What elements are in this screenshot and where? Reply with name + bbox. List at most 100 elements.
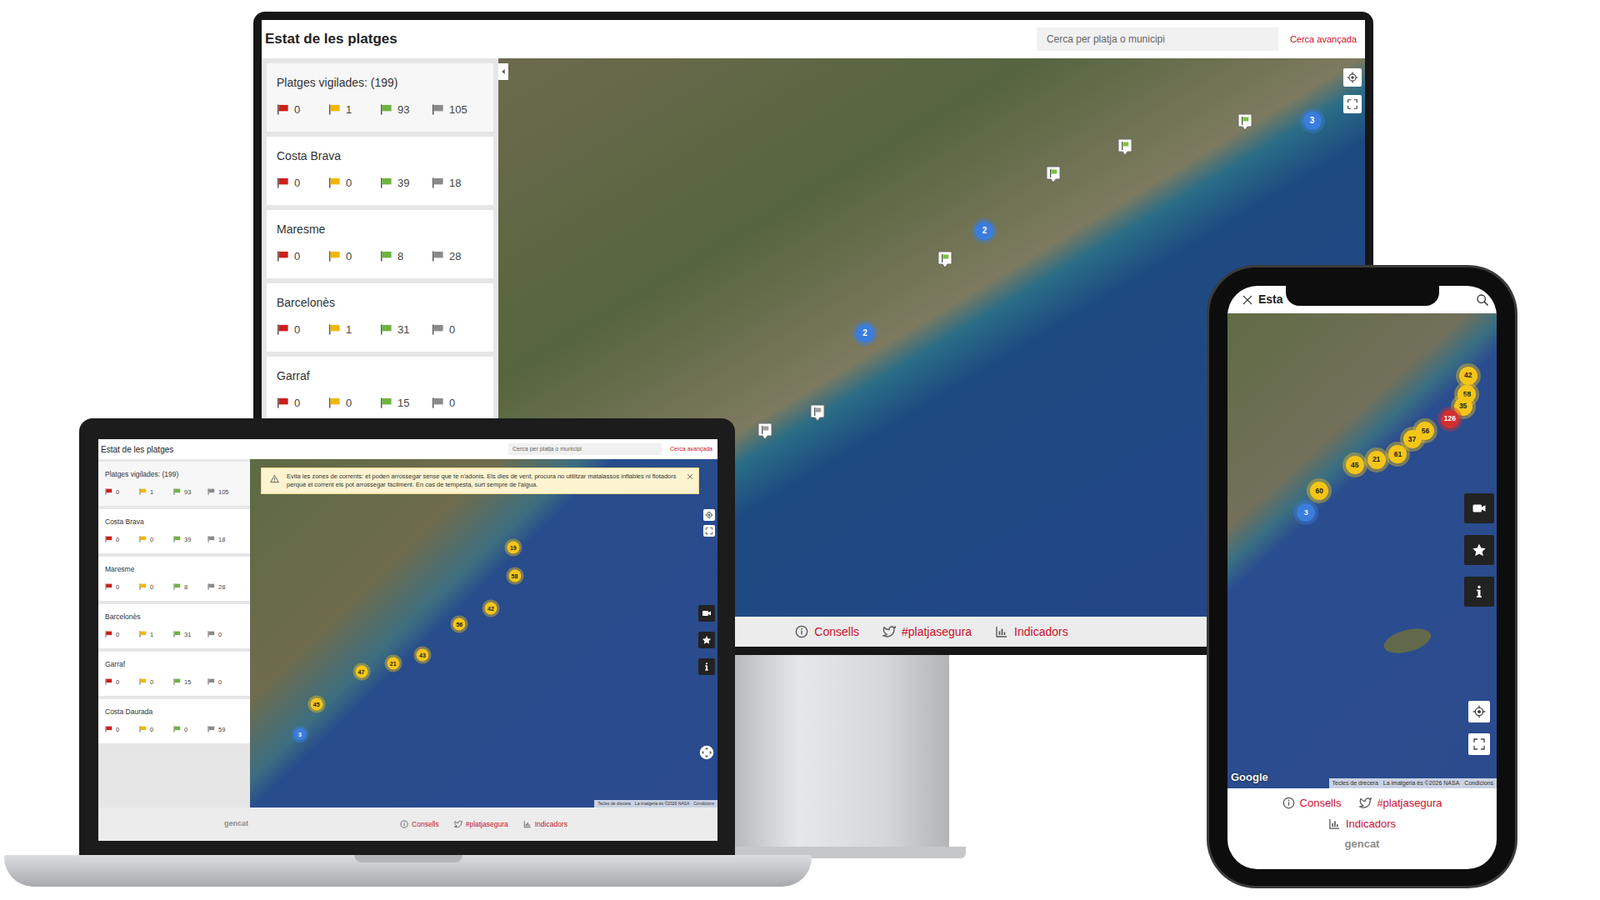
map-pin[interactable]: 126 bbox=[1440, 410, 1460, 429]
region-item[interactable]: Barcelonès01310 bbox=[98, 604, 250, 649]
footer-link[interactable]: Consells bbox=[400, 819, 440, 830]
cluster-badge[interactable]: 37 bbox=[1403, 430, 1422, 449]
map-pin[interactable]: 3 bbox=[1296, 503, 1315, 522]
map-pin[interactable]: 2 bbox=[855, 324, 875, 343]
attribution-item[interactable]: Tecles de drecera bbox=[597, 800, 630, 808]
cluster-badge[interactable]: 47 bbox=[355, 665, 368, 678]
map-pin[interactable]: 2 bbox=[975, 221, 994, 240]
cluster-badge[interactable]: 56 bbox=[453, 617, 466, 630]
map-pin[interactable]: 37 bbox=[1403, 430, 1422, 449]
map-pin[interactable]: 58 bbox=[508, 569, 521, 582]
locate-button[interactable] bbox=[703, 509, 715, 521]
close-alert-button[interactable] bbox=[686, 472, 694, 481]
region-item[interactable]: Platges vigilades: (199)0193105 bbox=[266, 63, 494, 132]
footer-link[interactable]: #platjasegura bbox=[882, 623, 972, 641]
map-pin[interactable] bbox=[1045, 165, 1061, 184]
region-name: Platges vigilades: (199) bbox=[105, 469, 244, 480]
cluster-badge[interactable]: 126 bbox=[1440, 410, 1460, 429]
region-item[interactable]: Platges vigilades: (199)0193105 bbox=[98, 461, 250, 506]
attribution-item[interactable]: Tecles de drecera bbox=[1332, 779, 1379, 789]
cluster-badge[interactable]: 61 bbox=[1388, 445, 1407, 464]
footer-link[interactable]: #platjasegura bbox=[454, 819, 509, 830]
map-pin[interactable]: 19 bbox=[506, 541, 520, 555]
region-item[interactable]: Maresme00828 bbox=[266, 210, 494, 279]
map-pin[interactable]: 43 bbox=[416, 648, 430, 661]
pan-button[interactable] bbox=[699, 745, 715, 760]
footer-link[interactable]: Indicadors bbox=[995, 623, 1069, 641]
fullscreen-button[interactable] bbox=[1468, 733, 1490, 755]
cluster-badge[interactable]: 45 bbox=[310, 698, 323, 711]
map-pin[interactable]: 21 bbox=[1367, 450, 1386, 470]
map-pin[interactable]: 56 bbox=[453, 617, 466, 630]
cluster-badge[interactable]: 43 bbox=[416, 648, 430, 661]
cluster-badge[interactable]: 3 bbox=[1303, 111, 1322, 130]
close-button[interactable] bbox=[1241, 294, 1254, 306]
close-icon bbox=[1241, 294, 1254, 306]
cluster-badge[interactable]: 58 bbox=[508, 569, 521, 582]
footer-link[interactable]: Consells bbox=[795, 623, 860, 641]
region-item[interactable]: Costa Daurada00059 bbox=[98, 699, 250, 744]
info-button[interactable] bbox=[698, 658, 715, 675]
favourites-button[interactable] bbox=[698, 631, 715, 649]
footer-link[interactable]: #platjasegura bbox=[1359, 795, 1442, 812]
region-item[interactable]: Barcelonès01310 bbox=[266, 283, 494, 352]
advanced-search-link[interactable]: Cerca avançada bbox=[670, 445, 713, 455]
footer-link[interactable]: Indicadors bbox=[523, 819, 568, 830]
region-item[interactable]: Garraf00150 bbox=[98, 651, 250, 696]
search-input[interactable] bbox=[512, 445, 658, 455]
close-icon bbox=[686, 473, 694, 480]
map-pin[interactable]: 60 bbox=[1310, 481, 1329, 500]
region-item[interactable]: Garraf00150 bbox=[266, 356, 494, 425]
map-pin[interactable] bbox=[810, 404, 825, 422]
map-pin[interactable] bbox=[1117, 138, 1133, 156]
cluster-badge[interactable]: 42 bbox=[1459, 366, 1478, 385]
beach-map[interactable]: 19584256432147453Evita les zones de corr… bbox=[250, 459, 718, 808]
map-pin[interactable]: 45 bbox=[1345, 455, 1365, 475]
region-item[interactable]: Costa Brava003918 bbox=[98, 509, 250, 554]
search-input[interactable] bbox=[1045, 30, 1270, 48]
fullscreen-button[interactable] bbox=[1343, 95, 1362, 114]
phone-notch bbox=[1285, 285, 1440, 306]
locate-button[interactable] bbox=[1468, 700, 1490, 723]
gencat-logo[interactable]: gencat bbox=[224, 818, 249, 830]
cluster-badge[interactable]: 19 bbox=[506, 541, 520, 555]
locate-button[interactable] bbox=[1343, 68, 1362, 87]
map-pin[interactable]: 42 bbox=[484, 602, 497, 615]
cluster-badge[interactable]: 21 bbox=[1367, 450, 1386, 470]
map-pin[interactable]: 42 bbox=[1459, 366, 1478, 385]
footer-link[interactable]: Indicadors bbox=[1328, 815, 1396, 833]
search-button[interactable] bbox=[1475, 293, 1490, 307]
collapse-sidebar-button[interactable] bbox=[498, 63, 509, 80]
region-item[interactable]: Costa Brava003918 bbox=[266, 136, 494, 205]
webcam-button[interactable] bbox=[698, 605, 715, 622]
map-pin[interactable]: 3 bbox=[294, 728, 307, 741]
fullscreen-button[interactable] bbox=[703, 525, 715, 537]
footer-link[interactable]: Consells bbox=[1282, 795, 1342, 812]
flag-count: 0 bbox=[105, 677, 140, 687]
map-pin[interactable]: 47 bbox=[355, 665, 368, 678]
map-pin[interactable]: 21 bbox=[386, 656, 400, 670]
gencat-logo[interactable]: gencat bbox=[1345, 835, 1380, 853]
cluster-badge[interactable]: 21 bbox=[386, 656, 400, 670]
map-pin[interactable]: 3 bbox=[1303, 111, 1322, 130]
info-button[interactable] bbox=[1464, 576, 1495, 607]
cluster-badge[interactable]: 42 bbox=[484, 602, 497, 615]
map-pin[interactable]: 45 bbox=[310, 698, 323, 711]
map-pin[interactable] bbox=[757, 422, 773, 440]
cluster-badge[interactable]: 45 bbox=[1345, 455, 1365, 475]
cluster-badge[interactable]: 3 bbox=[294, 728, 307, 741]
attribution-item[interactable]: Condicions bbox=[1464, 779, 1494, 789]
advanced-search-link[interactable]: Cerca avançada bbox=[1290, 32, 1357, 47]
cluster-badge[interactable]: 2 bbox=[855, 324, 875, 343]
attribution-item[interactable]: Condicions bbox=[693, 800, 715, 808]
map-pin[interactable]: 61 bbox=[1388, 445, 1407, 464]
cluster-badge[interactable]: 60 bbox=[1310, 481, 1329, 500]
cluster-badge[interactable]: 2 bbox=[975, 221, 994, 240]
webcam-button[interactable] bbox=[1464, 493, 1495, 524]
region-item[interactable]: Maresme00828 bbox=[98, 556, 250, 601]
cluster-badge[interactable]: 3 bbox=[1296, 503, 1315, 522]
map-pin[interactable] bbox=[1237, 113, 1253, 131]
favourites-button[interactable] bbox=[1464, 535, 1495, 565]
beach-map[interactable]: 4258351265637612145603GoogleTecles de dr… bbox=[1227, 313, 1497, 789]
map-pin[interactable] bbox=[937, 250, 953, 269]
